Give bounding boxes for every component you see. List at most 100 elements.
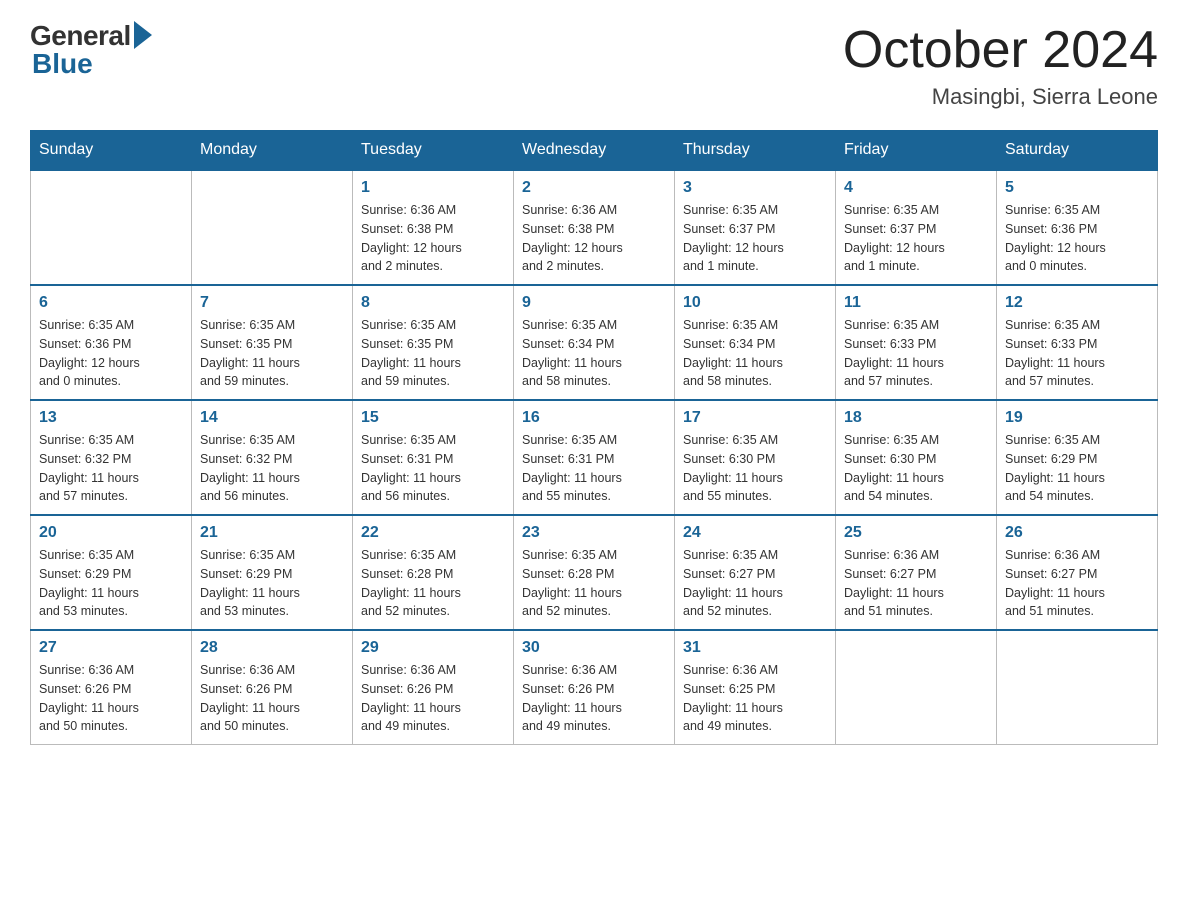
day-info: Sunrise: 6:36 AMSunset: 6:38 PMDaylight:… xyxy=(361,201,505,276)
calendar-cell: 4 Sunrise: 6:35 AMSunset: 6:37 PMDaylight… xyxy=(836,170,997,285)
calendar-cell: 20Sunrise: 6:35 AMSunset: 6:29 PMDayligh… xyxy=(31,515,192,630)
week-row-4: 20Sunrise: 6:35 AMSunset: 6:29 PMDayligh… xyxy=(31,515,1158,630)
day-info: Sunrise: 6:35 AMSunset: 6:33 PMDaylight:… xyxy=(1005,316,1149,391)
day-info: Sunrise: 6:35 AMSunset: 6:30 PMDaylight:… xyxy=(683,431,827,506)
day-number: 10 xyxy=(683,294,827,312)
weekday-header-wednesday: Wednesday xyxy=(514,131,675,171)
day-info: Sunrise: 6:35 AMSunset: 6:28 PMDaylight:… xyxy=(361,546,505,621)
day-info: Sunrise: 6:35 AMSunset: 6:28 PMDaylight:… xyxy=(522,546,666,621)
calendar-cell xyxy=(836,630,997,745)
day-number: 19 xyxy=(1005,409,1149,427)
calendar-cell: 30Sunrise: 6:36 AMSunset: 6:26 PMDayligh… xyxy=(514,630,675,745)
day-info: Sunrise: 6:35 AMSunset: 6:35 PMDaylight:… xyxy=(200,316,344,391)
calendar-cell: 3 Sunrise: 6:35 AMSunset: 6:37 PMDaylight… xyxy=(675,170,836,285)
week-row-5: 27 Sunrise: 6:36 AMSunset: 6:26 PMDayligh… xyxy=(31,630,1158,745)
day-info: Sunrise: 6:35 AMSunset: 6:30 PMDaylight:… xyxy=(844,431,988,506)
day-info: Sunrise: 6:35 AMSunset: 6:33 PMDaylight:… xyxy=(844,316,988,391)
calendar-cell: 1Sunrise: 6:36 AMSunset: 6:38 PMDaylight… xyxy=(353,170,514,285)
calendar-cell: 24 Sunrise: 6:35 AMSunset: 6:27 PMDayligh… xyxy=(675,515,836,630)
calendar-cell: 29 Sunrise: 6:36 AMSunset: 6:26 PMDayligh… xyxy=(353,630,514,745)
day-number: 23 xyxy=(522,524,666,542)
logo: General Blue xyxy=(30,20,152,80)
day-info: Sunrise: 6:35 AMSunset: 6:32 PMDaylight:… xyxy=(39,431,183,506)
day-info: Sunrise: 6:35 AMSunset: 6:37 PMDaylight:… xyxy=(844,201,988,276)
calendar-cell: 21 Sunrise: 6:35 AMSunset: 6:29 PMDayligh… xyxy=(192,515,353,630)
day-info: Sunrise: 6:35 AMSunset: 6:31 PMDaylight:… xyxy=(522,431,666,506)
weekday-header-row: SundayMondayTuesdayWednesdayThursdayFrid… xyxy=(31,131,1158,171)
day-info: Sunrise: 6:35 AMSunset: 6:29 PMDaylight:… xyxy=(200,546,344,621)
calendar-cell: 8 Sunrise: 6:35 AMSunset: 6:35 PMDaylight… xyxy=(353,285,514,400)
calendar-cell: 27 Sunrise: 6:36 AMSunset: 6:26 PMDayligh… xyxy=(31,630,192,745)
calendar-cell xyxy=(997,630,1158,745)
day-info: Sunrise: 6:35 AMSunset: 6:29 PMDaylight:… xyxy=(1005,431,1149,506)
day-info: Sunrise: 6:36 AMSunset: 6:38 PMDaylight:… xyxy=(522,201,666,276)
calendar-cell: 15Sunrise: 6:35 AMSunset: 6:31 PMDayligh… xyxy=(353,400,514,515)
day-number: 25 xyxy=(844,524,988,542)
day-info: Sunrise: 6:35 AMSunset: 6:31 PMDaylight:… xyxy=(361,431,505,506)
location-text: Masingbi, Sierra Leone xyxy=(843,84,1158,110)
day-number: 28 xyxy=(200,639,344,657)
logo-arrow-icon xyxy=(134,21,152,49)
calendar-cell: 7 Sunrise: 6:35 AMSunset: 6:35 PMDaylight… xyxy=(192,285,353,400)
day-number: 16 xyxy=(522,409,666,427)
calendar-cell: 11 Sunrise: 6:35 AMSunset: 6:33 PMDayligh… xyxy=(836,285,997,400)
week-row-1: 1Sunrise: 6:36 AMSunset: 6:38 PMDaylight… xyxy=(31,170,1158,285)
calendar-cell: 6Sunrise: 6:35 AMSunset: 6:36 PMDaylight… xyxy=(31,285,192,400)
calendar-cell: 31 Sunrise: 6:36 AMSunset: 6:25 PMDayligh… xyxy=(675,630,836,745)
day-number: 3 xyxy=(683,179,827,197)
day-number: 30 xyxy=(522,639,666,657)
weekday-header-friday: Friday xyxy=(836,131,997,171)
day-info: Sunrise: 6:35 AMSunset: 6:32 PMDaylight:… xyxy=(200,431,344,506)
calendar-cell: 26 Sunrise: 6:36 AMSunset: 6:27 PMDayligh… xyxy=(997,515,1158,630)
day-info: Sunrise: 6:35 AMSunset: 6:35 PMDaylight:… xyxy=(361,316,505,391)
calendar-cell: 9 Sunrise: 6:35 AMSunset: 6:34 PMDaylight… xyxy=(514,285,675,400)
day-info: Sunrise: 6:36 AMSunset: 6:27 PMDaylight:… xyxy=(844,546,988,621)
day-number: 12 xyxy=(1005,294,1149,312)
day-info: Sunrise: 6:35 AMSunset: 6:34 PMDaylight:… xyxy=(522,316,666,391)
day-number: 9 xyxy=(522,294,666,312)
day-info: Sunrise: 6:36 AMSunset: 6:26 PMDaylight:… xyxy=(39,661,183,736)
day-info: Sunrise: 6:35 AMSunset: 6:36 PMDaylight:… xyxy=(1005,201,1149,276)
calendar-cell xyxy=(31,170,192,285)
calendar-cell: 17 Sunrise: 6:35 AMSunset: 6:30 PMDayligh… xyxy=(675,400,836,515)
calendar-cell: 28 Sunrise: 6:36 AMSunset: 6:26 PMDayligh… xyxy=(192,630,353,745)
day-number: 26 xyxy=(1005,524,1149,542)
week-row-2: 6Sunrise: 6:35 AMSunset: 6:36 PMDaylight… xyxy=(31,285,1158,400)
day-info: Sunrise: 6:35 AMSunset: 6:37 PMDaylight:… xyxy=(683,201,827,276)
month-title: October 2024 xyxy=(843,20,1158,80)
calendar-table: SundayMondayTuesdayWednesdayThursdayFrid… xyxy=(30,130,1158,745)
day-number: 11 xyxy=(844,294,988,312)
weekday-header-sunday: Sunday xyxy=(31,131,192,171)
calendar-cell: 13 Sunrise: 6:35 AMSunset: 6:32 PMDayligh… xyxy=(31,400,192,515)
day-number: 24 xyxy=(683,524,827,542)
weekday-header-monday: Monday xyxy=(192,131,353,171)
week-row-3: 13 Sunrise: 6:35 AMSunset: 6:32 PMDayligh… xyxy=(31,400,1158,515)
day-info: Sunrise: 6:36 AMSunset: 6:26 PMDaylight:… xyxy=(200,661,344,736)
day-number: 7 xyxy=(200,294,344,312)
day-number: 17 xyxy=(683,409,827,427)
day-number: 31 xyxy=(683,639,827,657)
title-block: October 2024 Masingbi, Sierra Leone xyxy=(843,20,1158,110)
calendar-cell: 10Sunrise: 6:35 AMSunset: 6:34 PMDayligh… xyxy=(675,285,836,400)
calendar-cell: 23 Sunrise: 6:35 AMSunset: 6:28 PMDayligh… xyxy=(514,515,675,630)
day-number: 13 xyxy=(39,409,183,427)
day-info: Sunrise: 6:35 AMSunset: 6:27 PMDaylight:… xyxy=(683,546,827,621)
calendar-cell: 12 Sunrise: 6:35 AMSunset: 6:33 PMDayligh… xyxy=(997,285,1158,400)
day-info: Sunrise: 6:36 AMSunset: 6:27 PMDaylight:… xyxy=(1005,546,1149,621)
day-number: 21 xyxy=(200,524,344,542)
page-header: General Blue October 2024 Masingbi, Sier… xyxy=(30,20,1158,110)
day-number: 5 xyxy=(1005,179,1149,197)
weekday-header-tuesday: Tuesday xyxy=(353,131,514,171)
calendar-cell: 16 Sunrise: 6:35 AMSunset: 6:31 PMDayligh… xyxy=(514,400,675,515)
calendar-cell: 19 Sunrise: 6:35 AMSunset: 6:29 PMDayligh… xyxy=(997,400,1158,515)
day-info: Sunrise: 6:36 AMSunset: 6:26 PMDaylight:… xyxy=(361,661,505,736)
day-number: 8 xyxy=(361,294,505,312)
day-number: 27 xyxy=(39,639,183,657)
day-number: 4 xyxy=(844,179,988,197)
day-number: 2 xyxy=(522,179,666,197)
weekday-header-thursday: Thursday xyxy=(675,131,836,171)
calendar-cell: 22Sunrise: 6:35 AMSunset: 6:28 PMDayligh… xyxy=(353,515,514,630)
day-info: Sunrise: 6:36 AMSunset: 6:25 PMDaylight:… xyxy=(683,661,827,736)
day-number: 29 xyxy=(361,639,505,657)
calendar-cell xyxy=(192,170,353,285)
